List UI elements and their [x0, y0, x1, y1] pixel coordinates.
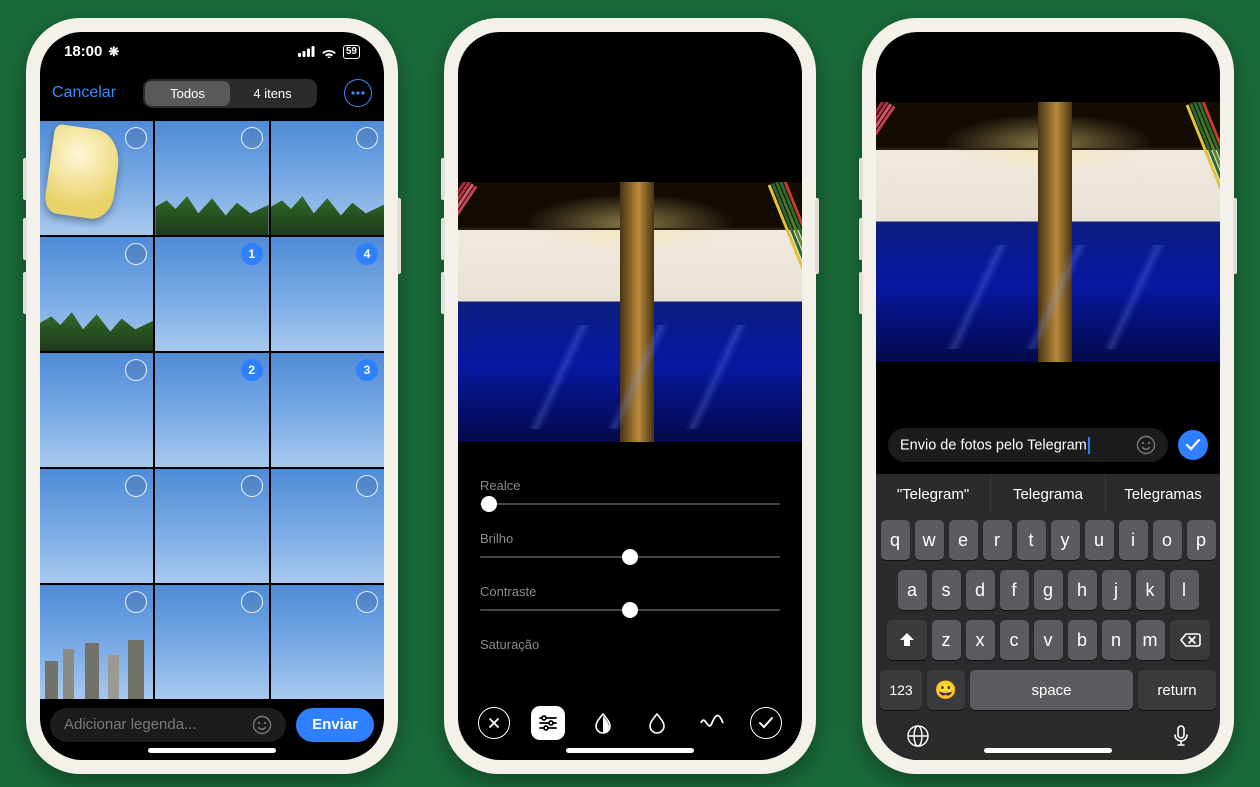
cellular-icon — [298, 46, 315, 57]
caption-image-preview[interactable] — [876, 102, 1220, 362]
caption-placeholder: Adicionar legenda... — [64, 716, 197, 733]
curves-tool-button[interactable] — [695, 706, 729, 740]
return-key[interactable]: return — [1138, 670, 1216, 710]
seg-all[interactable]: Todos — [145, 81, 230, 106]
key[interactable]: e — [949, 520, 978, 560]
cancel-edit-button[interactable] — [478, 707, 510, 739]
photo-cell[interactable]: 2 — [155, 353, 268, 467]
photo-cell[interactable] — [155, 121, 268, 235]
photo-cell[interactable] — [40, 121, 153, 235]
photo-cell[interactable] — [155, 585, 268, 699]
suggestion[interactable]: Telegrama — [991, 474, 1106, 514]
caption-text: Envio de fotos pelo Telegram — [900, 437, 1087, 453]
key[interactable]: b — [1068, 620, 1097, 660]
key[interactable]: f — [1000, 570, 1029, 610]
adjust-tool-button[interactable] — [531, 706, 565, 740]
photo-cell[interactable] — [271, 469, 384, 583]
notch — [963, 32, 1133, 60]
key[interactable]: m — [1136, 620, 1165, 660]
keyboard: q w e r t y u i o p a s d f g h — [876, 514, 1220, 760]
key[interactable]: n — [1102, 620, 1131, 660]
phone-caption: Envio de fotos pelo Telegram "Telegram" … — [862, 18, 1234, 774]
key[interactable]: v — [1034, 620, 1063, 660]
phone-picker: 18:00 ❋ 59 Cancelar — [26, 18, 398, 774]
key[interactable]: c — [1000, 620, 1029, 660]
suggestion[interactable]: "Telegram" — [876, 474, 991, 514]
app-indicator-icon: ❋ — [108, 44, 119, 60]
editor-image-preview[interactable] — [458, 182, 802, 442]
photo-cell[interactable]: 4 — [271, 237, 384, 351]
key[interactable]: i — [1119, 520, 1148, 560]
tint-tool-button[interactable] — [640, 706, 674, 740]
notch — [545, 32, 715, 60]
key[interactable]: u — [1085, 520, 1114, 560]
blur-tool-button[interactable] — [586, 706, 620, 740]
wifi-icon — [321, 46, 337, 58]
photo-cell[interactable]: 1 — [155, 237, 268, 351]
cancel-button[interactable]: Cancelar — [52, 84, 116, 102]
caption-input[interactable]: Adicionar legenda... — [50, 708, 286, 742]
key[interactable]: s — [932, 570, 961, 610]
confirm-caption-button[interactable] — [1178, 430, 1208, 460]
key[interactable]: q — [881, 520, 910, 560]
key[interactable]: o — [1153, 520, 1182, 560]
dictation-key[interactable] — [1172, 724, 1190, 748]
keyboard-suggestions: "Telegram" Telegrama Telegramas — [876, 474, 1220, 514]
notch — [127, 32, 297, 60]
key[interactable]: l — [1170, 570, 1199, 610]
space-key[interactable]: space — [970, 670, 1133, 710]
photo-grid: 1 4 2 3 — [40, 121, 384, 699]
emoji-key[interactable]: 😀 — [927, 670, 965, 710]
key[interactable]: x — [966, 620, 995, 660]
key[interactable]: k — [1136, 570, 1165, 610]
numbers-key[interactable]: 123 — [880, 670, 922, 710]
status-time: 18:00 — [64, 43, 102, 60]
globe-key[interactable] — [906, 724, 930, 748]
seg-count[interactable]: 4 itens — [230, 81, 315, 106]
send-button[interactable]: Enviar — [296, 708, 374, 742]
adjust-sliders: Realce Brilho Contraste Saturação — [458, 442, 802, 662]
slider-realce[interactable]: Realce — [480, 478, 780, 505]
key[interactable]: g — [1034, 570, 1063, 610]
shift-key[interactable] — [887, 620, 927, 660]
key[interactable]: y — [1051, 520, 1080, 560]
photo-cell[interactable] — [40, 469, 153, 583]
key[interactable]: a — [898, 570, 927, 610]
key[interactable]: d — [966, 570, 995, 610]
editor-toolbar — [458, 706, 802, 740]
caption-text-field[interactable]: Envio de fotos pelo Telegram — [888, 428, 1168, 462]
key[interactable]: h — [1068, 570, 1097, 610]
phone-editor: Realce Brilho Contraste Saturação — [444, 18, 816, 774]
key[interactable]: r — [983, 520, 1012, 560]
segmented-control[interactable]: Todos 4 itens — [143, 79, 317, 108]
photo-cell[interactable] — [40, 353, 153, 467]
photo-cell[interactable] — [271, 121, 384, 235]
picker-header: Cancelar Todos 4 itens — [40, 72, 384, 121]
key[interactable]: t — [1017, 520, 1046, 560]
home-indicator[interactable] — [566, 748, 694, 753]
home-indicator[interactable] — [984, 748, 1112, 753]
emoji-icon[interactable] — [1136, 435, 1156, 455]
more-button[interactable] — [344, 79, 372, 107]
home-indicator[interactable] — [148, 748, 276, 753]
photo-cell[interactable] — [271, 585, 384, 699]
confirm-edit-button[interactable] — [750, 707, 782, 739]
key[interactable]: j — [1102, 570, 1131, 610]
slider-contraste[interactable]: Contraste — [480, 584, 780, 611]
photo-cell[interactable]: 3 — [271, 353, 384, 467]
slider-brilho[interactable]: Brilho — [480, 531, 780, 558]
emoji-icon[interactable] — [252, 715, 272, 735]
suggestion[interactable]: Telegramas — [1106, 474, 1220, 514]
photo-cell[interactable] — [155, 469, 268, 583]
caption-bar: Envio de fotos pelo Telegram — [876, 416, 1220, 470]
key[interactable]: z — [932, 620, 961, 660]
backspace-key[interactable] — [1170, 620, 1210, 660]
battery-indicator: 59 — [343, 45, 360, 59]
key[interactable]: w — [915, 520, 944, 560]
key[interactable]: p — [1187, 520, 1216, 560]
slider-saturacao[interactable]: Saturação — [480, 637, 780, 652]
photo-cell[interactable] — [40, 585, 153, 699]
photo-cell[interactable] — [40, 237, 153, 351]
